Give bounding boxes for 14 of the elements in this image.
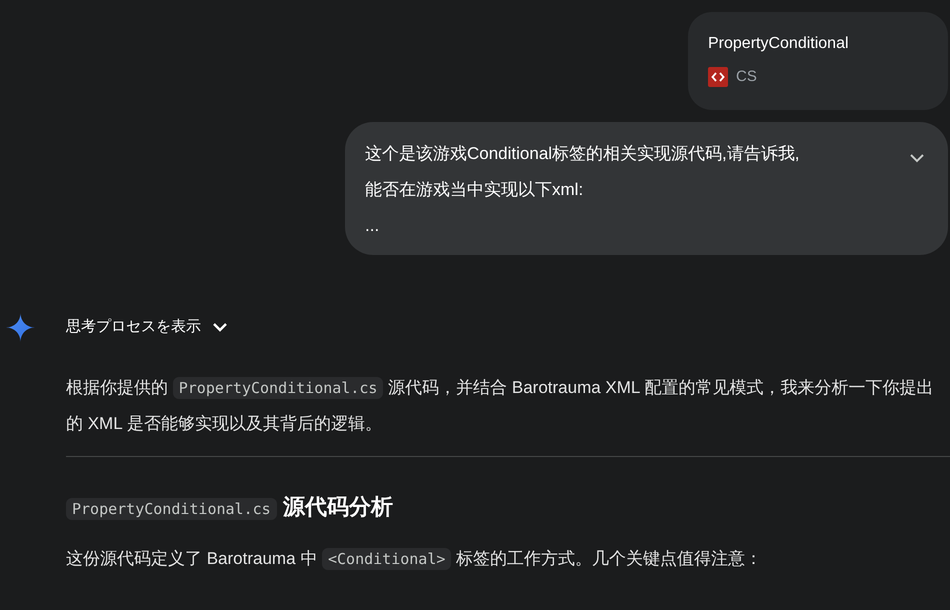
file-type: CS [736, 67, 757, 87]
sparkle-icon [6, 312, 35, 342]
code-file-icon [708, 67, 728, 88]
prompt-text: 能否在游戏当中实现以下xml: [365, 179, 584, 201]
section-heading: PropertyConditional.cs 源代码分析 [66, 487, 950, 529]
prompt-text: ... [365, 215, 380, 237]
response-paragraph: 这份源代码定义了 Barotrauma 中 <Conditional> 标签的工作方式。几个关键点值得注意： [66, 547, 764, 572]
prompt-text: 这个是该游戏Conditional标签的相关实现源代码,请告诉我, [365, 143, 801, 165]
response-paragraph: 根据你提供的 PropertyConditional.cs 源代码，并结合 Barotrauma XML 配置的常见模式，我来分析一下你提出的 XML 是否能够实现以及其背后的逻辑。 [66, 376, 934, 435]
file-card[interactable]: PropertyConditional CS [688, 12, 948, 110]
show-thinking-toggle[interactable]: 思考プロセスを表示 [66, 316, 227, 338]
chevron-down-icon [910, 154, 924, 162]
file-name: PropertyConditional [708, 34, 850, 54]
chevron-down-icon [213, 322, 227, 332]
